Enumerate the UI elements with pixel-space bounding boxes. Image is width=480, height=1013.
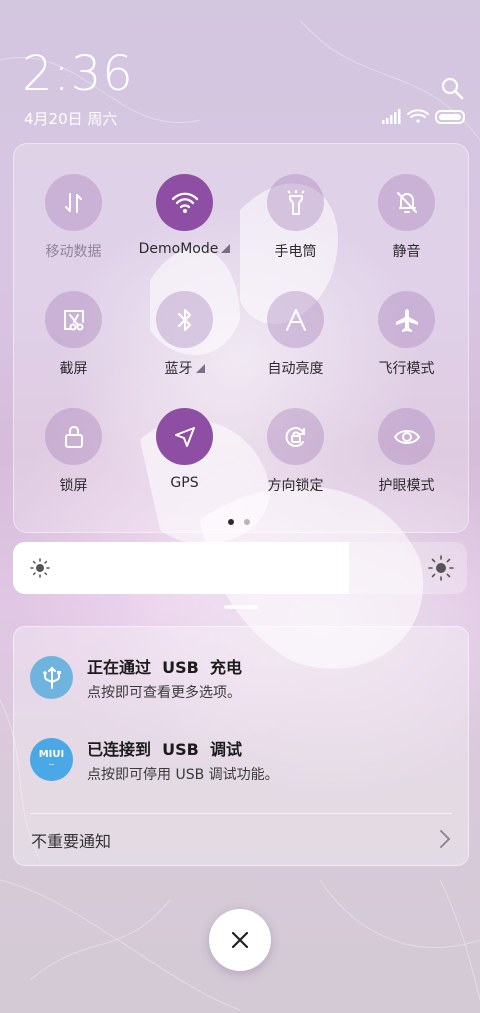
miui-icon-text: MIUI [38,748,65,760]
tile-bluetooth[interactable]: 蓝牙 [129,291,240,391]
bluetooth-icon [177,308,191,331]
flashlight-icon [286,189,305,215]
close-button[interactable] [209,909,271,971]
tile-label: 截屏 [59,361,88,377]
eye-icon [393,429,420,444]
tile-mute[interactable]: 静音 [351,174,462,274]
wifi-icon [407,109,429,123]
tile-label: 锁屏 [59,478,88,494]
wifi-icon [171,192,198,213]
tile-airplane[interactable]: 飞行模式 [351,291,462,391]
signal-icon [382,109,401,124]
expand-triangle-icon [195,364,205,373]
tile-label: 蓝牙 [164,361,193,377]
screenshot-icon [63,309,84,330]
tile-gps[interactable]: GPS [129,408,240,508]
notification-card: 正在通过 USB 充电 点按即可查看更多选项。 MIUI ⌣ 已连接到 USB … [13,626,469,866]
close-icon [231,931,249,949]
page-dot [244,519,250,525]
rotation-lock-icon [285,426,305,447]
tile-auto-brightness[interactable]: 自动亮度 [240,291,351,391]
minor-notifications-label[interactable]: 不重要通知 [31,828,111,852]
tile-label: DemoMode [138,241,219,257]
tile-label: 自动亮度 [267,361,324,377]
airplane-icon [395,308,418,332]
sun-small-icon [30,558,50,578]
sun-large-icon [428,555,454,581]
chevron-right-icon[interactable] [438,829,452,849]
tile-flashlight[interactable]: 手电筒 [240,174,351,274]
tile-rotation-lock[interactable]: 方向锁定 [240,408,351,508]
tile-screenshot[interactable]: 截屏 [18,291,129,391]
divider [30,813,452,814]
tile-label: 飞行模式 [378,361,435,377]
notification-title: 正在通过 USB 充电 [87,658,242,677]
notification-body: 点按即可查看更多选项。 [87,685,241,701]
search-icon[interactable] [440,76,464,100]
tile-label: 护眼模式 [378,478,435,494]
tile-label: 静音 [392,244,421,260]
auto-brightness-icon [285,308,306,331]
tile-label: 方向锁定 [267,478,324,494]
battery-icon [435,110,465,124]
page-dot-active [228,519,234,525]
status-icons [382,109,465,124]
tile-mobile-data[interactable]: 移动数据 [18,174,129,274]
page-indicator [226,519,256,527]
tile-label: GPS [170,475,199,491]
mobile-data-icon [64,192,82,213]
drag-handle[interactable] [224,605,258,609]
tile-lock-screen[interactable]: 锁屏 [18,408,129,508]
gps-arrow-icon [174,426,195,447]
tile-label: 移动数据 [45,244,102,260]
brightness-slider-fill [13,542,349,594]
mute-bell-icon [396,191,417,213]
tile-label: 手电筒 [274,244,317,260]
tile-eye-care[interactable]: 护眼模式 [351,408,462,508]
expand-triangle-icon [221,244,231,253]
lock-icon [64,425,83,448]
notification-body: 点按即可停用 USB 调试功能。 [87,767,279,783]
clock-date: 4月20日 周六 [24,110,118,128]
usb-icon [30,656,73,699]
clock-time: 2:36 [22,46,134,102]
miui-icon: MIUI ⌣ [30,738,73,781]
tile-wifi[interactable]: DemoMode [129,174,240,274]
brightness-slider[interactable] [13,542,467,594]
notification-title: 已连接到 USB 调试 [87,740,242,759]
quick-settings-panel: 移动数据 DemoMode 手电筒 静音 截屏 蓝牙 自动亮度 飞行模式 锁屏 … [13,143,469,533]
